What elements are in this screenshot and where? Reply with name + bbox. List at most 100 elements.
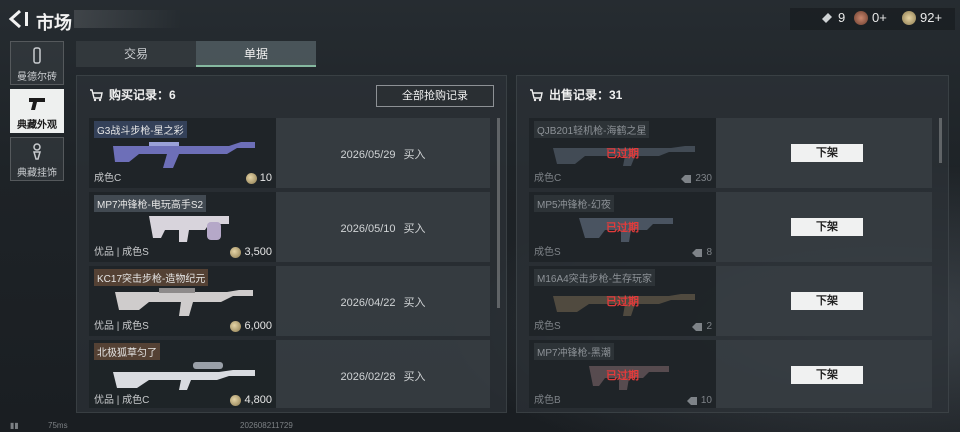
record-date: 2026/02/28 — [340, 371, 396, 383]
item-card: G3战斗步枪-星之彩 成色C 10 — [89, 118, 276, 188]
status-bar: ▮▮ 75ms 202608211729 — [0, 420, 960, 432]
item-quality: 优品 | 成色C — [94, 395, 150, 406]
sales-row[interactable]: MP7冲锋枪-黑潮 已过期 成色B 10 下架 — [529, 340, 932, 408]
currency-ticket-value: 9 — [838, 10, 846, 25]
item-quality: 成色C — [94, 173, 122, 184]
item-quality: 成色S — [534, 247, 561, 258]
record-actions: 下架 — [716, 266, 932, 336]
sales-scrollbar[interactable] — [939, 118, 942, 163]
coin-icon — [230, 246, 242, 258]
page-title: 市场 — [36, 13, 72, 33]
currency-gold[interactable]: 92+ — [902, 10, 942, 25]
currency-gem[interactable]: 0+ — [854, 10, 887, 25]
item-price: 10 — [686, 395, 712, 406]
sales-title: 出售记录：31 — [549, 88, 623, 102]
sidebar-item-collection-skins[interactable]: 典藏外观 — [10, 89, 64, 133]
sales-records-panel: 出售记录：31 QJB201轻机枪-海鹤之星 已过期 成色C 230 下架 MP… — [516, 75, 949, 413]
gem-coin-icon — [854, 10, 868, 25]
item-quality: 成色B — [534, 395, 561, 406]
price-value: 3,500 — [244, 246, 272, 258]
rifle-image — [113, 142, 255, 168]
item-card: M16A4突击步枪-生存玩家 已过期 成色S 2 — [529, 266, 716, 336]
item-card: 北极狐草匀了 优品 | 成色C 4,800 — [89, 340, 276, 408]
purchase-row[interactable]: 北极狐草匀了 优品 | 成色C 4,800 2026/02/28 买入 — [89, 340, 490, 408]
price-value: 10 — [259, 172, 272, 184]
item-price: 2 — [691, 321, 712, 332]
mandel-brick-icon — [33, 47, 41, 64]
ping-value: 75ms — [48, 421, 68, 430]
record-date: 2026/05/29 — [340, 149, 396, 161]
record-action: 买入 — [403, 223, 426, 235]
tab-orders[interactable]: 单据 — [196, 41, 316, 67]
coin-icon — [230, 394, 242, 406]
gold-coin-icon — [902, 10, 916, 25]
tag-icon — [686, 396, 697, 405]
tag-icon — [692, 322, 703, 331]
purchase-row[interactable]: KC17突击步枪-造物纪元 优品 | 成色S 6,000 2026/04/22 买… — [89, 266, 490, 336]
item-card: MP7冲锋枪-黑潮 已过期 成色B 10 — [529, 340, 716, 408]
sidebar-item-label: 曼德尔砖 — [17, 72, 57, 83]
sidebar-item-collection-charms[interactable]: 典藏挂饰 — [10, 137, 64, 181]
purchase-row[interactable]: MP7冲锋枪-电玩高手S2 优品 | 成色S 3,500 2026/05/10 买… — [89, 192, 490, 262]
record-actions: 下架 — [716, 340, 932, 408]
item-price: 3,500 — [230, 246, 272, 258]
tab-trade[interactable]: 交易 — [76, 41, 196, 67]
item-card: KC17突击步枪-造物纪元 优品 | 成色S 6,000 — [89, 266, 276, 336]
sidebar-item-mandel-brick[interactable]: 曼德尔砖 — [10, 41, 64, 85]
charm-icon — [33, 143, 41, 160]
delist-button[interactable]: 下架 — [791, 292, 863, 310]
price-value: 4,800 — [244, 394, 272, 406]
ticket-icon — [822, 12, 832, 23]
tab-bar: 交易 单据 — [76, 41, 316, 67]
purchase-records-panel: 购买记录：6 全部抢购记录 G3战斗步枪-星之彩 成色C 10 2026/05/… — [76, 75, 507, 413]
sidebar-item-label: 典藏外观 — [17, 120, 57, 131]
price-value: 6,000 — [244, 320, 272, 332]
sidebar-item-label: 典藏挂饰 — [17, 168, 57, 179]
delist-button[interactable]: 下架 — [791, 366, 863, 384]
sales-header: 出售记录：31 — [529, 86, 622, 103]
purchase-scrollbar[interactable] — [497, 118, 500, 308]
coin-icon — [230, 320, 242, 332]
item-quality: 成色S — [534, 321, 561, 332]
signal-icon: ▮▮ — [10, 421, 19, 430]
delist-button[interactable]: 下架 — [791, 144, 863, 162]
expired-label: 已过期 — [606, 370, 639, 382]
item-card: MP7冲锋枪-电玩高手S2 优品 | 成色S 3,500 — [89, 192, 276, 262]
currency-gem-value: 0+ — [872, 10, 887, 25]
purchase-list: G3战斗步枪-星之彩 成色C 10 2026/05/29 买入 MP7冲锋枪-电玩… — [89, 118, 490, 408]
price-value: 8 — [706, 247, 712, 258]
item-card: MP5冲锋枪-幻夜 已过期 成色S 8 — [529, 192, 716, 262]
purchase-title: 购买记录：6 — [109, 88, 176, 102]
price-value: 2 — [706, 321, 712, 332]
sales-row[interactable]: M16A4突击步枪-生存玩家 已过期 成色S 2 下架 — [529, 266, 932, 336]
tag-icon — [681, 174, 692, 183]
delist-button[interactable]: 下架 — [791, 218, 863, 236]
sell-cart-icon — [530, 88, 543, 101]
item-price: 10 — [245, 172, 272, 184]
record-info: 2026/04/22 买入 — [276, 266, 490, 336]
record-info: 2026/02/28 买入 — [276, 340, 490, 408]
sniper-rifle-image — [113, 362, 255, 390]
purchase-header: 购买记录：6 — [89, 86, 176, 103]
sales-list: QJB201轻机枪-海鹤之星 已过期 成色C 230 下架 MP5冲锋枪-幻夜 … — [529, 118, 932, 408]
cart-icon — [90, 88, 103, 101]
all-flash-purchase-button[interactable]: 全部抢购记录 — [376, 85, 494, 107]
sales-row[interactable]: QJB201轻机枪-海鹤之星 已过期 成色C 230 下架 — [529, 118, 932, 188]
pistol-icon — [29, 98, 45, 110]
sales-row[interactable]: MP5冲锋枪-幻夜 已过期 成色S 8 下架 — [529, 192, 932, 262]
record-action: 买入 — [403, 371, 426, 383]
expired-label: 已过期 — [606, 296, 639, 308]
price-value: 10 — [700, 395, 712, 406]
item-quality: 优品 | 成色S — [94, 321, 149, 332]
item-card: QJB201轻机枪-海鹤之星 已过期 成色C 230 — [529, 118, 716, 188]
record-actions: 下架 — [716, 118, 932, 188]
title-decoration — [74, 10, 182, 28]
purchase-row[interactable]: G3战斗步枪-星之彩 成色C 10 2026/05/29 买入 — [89, 118, 490, 188]
record-actions: 下架 — [716, 192, 932, 262]
back-arrow-icon[interactable] — [8, 9, 30, 29]
record-date: 2026/04/22 — [340, 297, 396, 309]
smg-image — [149, 216, 229, 242]
record-info: 2026/05/10 买入 — [276, 192, 490, 262]
currency-ticket[interactable]: 9 — [820, 10, 845, 25]
currency-gold-value: 92+ — [920, 10, 943, 25]
